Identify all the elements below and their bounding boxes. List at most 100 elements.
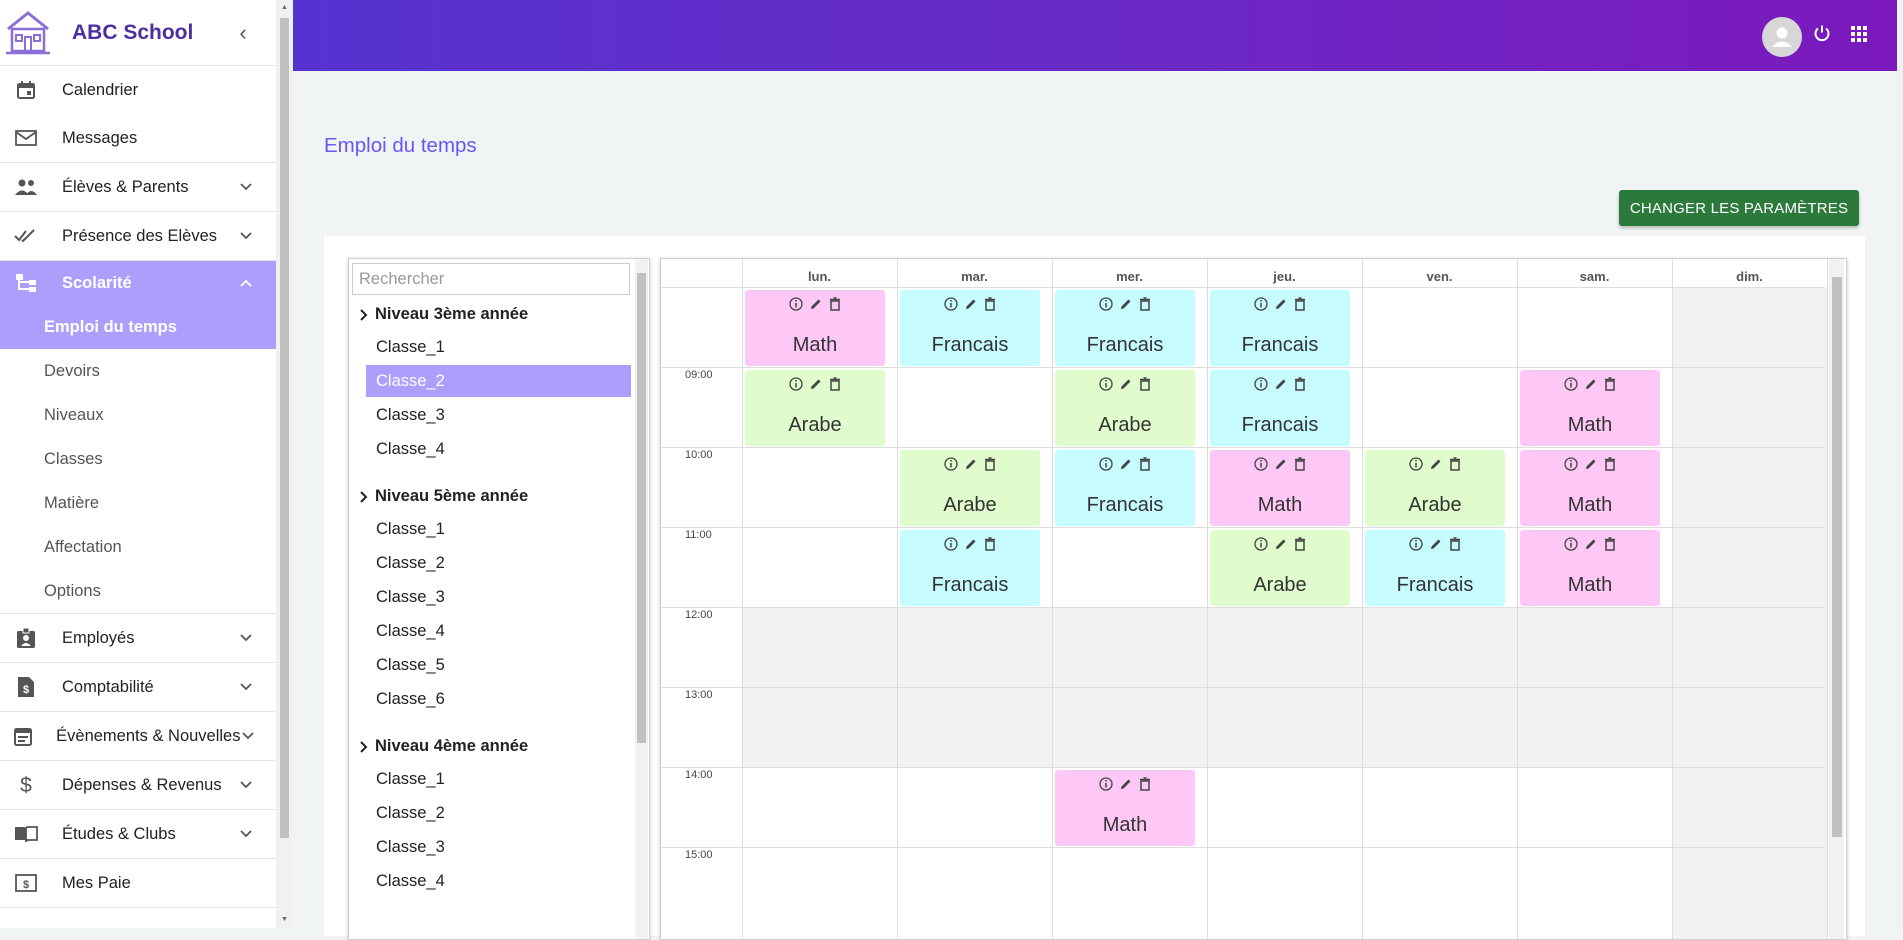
info-icon[interactable] [1099,297,1113,311]
edit-icon[interactable] [964,537,978,551]
sidebar-item-employes[interactable]: Employés [0,614,276,663]
delete-icon[interactable] [1139,297,1151,311]
timetable-event[interactable]: Math [1520,370,1660,446]
sidebar-item-mes-paie[interactable]: $ Mes Paie [0,859,276,908]
info-icon[interactable] [1254,537,1268,551]
window-scrollbar[interactable] [1897,0,1903,928]
delete-icon[interactable] [1139,377,1151,391]
sidebar-item-comptabilite[interactable]: $ Comptabilité [0,663,276,712]
timetable-event[interactable]: Math [1520,530,1660,606]
timetable-event[interactable]: Arabe [1055,370,1195,446]
info-icon[interactable] [944,457,958,471]
delete-icon[interactable] [1139,777,1151,791]
tree-group-header[interactable]: Niveau 3ème année [359,305,528,324]
sidebar-item-etudes-clubs[interactable]: Études & Clubs [0,810,276,859]
calendar-scroll-thumb[interactable] [1832,277,1842,837]
sidebar-scroll-thumb[interactable] [280,18,289,838]
change-settings-button[interactable]: CHANGER LES PARAMÈTRES [1619,190,1859,226]
tree-class-item[interactable]: Classe_2 [366,797,631,829]
tree-class-item[interactable]: Classe_1 [366,331,631,363]
edit-icon[interactable] [1119,377,1133,391]
delete-icon[interactable] [1604,457,1616,471]
edit-icon[interactable] [809,297,823,311]
submenu-item-devoirs[interactable]: Devoirs [0,349,276,393]
edit-icon[interactable] [1119,777,1133,791]
tree-class-item[interactable]: Classe_1 [366,513,631,545]
info-icon[interactable] [789,297,803,311]
user-avatar[interactable] [1762,17,1802,57]
sidebar-item-depenses-revenus[interactable]: $ Dépenses & Revenus [0,761,276,810]
delete-icon[interactable] [1449,537,1461,551]
power-icon[interactable] [1813,24,1831,42]
edit-icon[interactable] [1274,537,1288,551]
tree-class-item[interactable]: Classe_4 [366,433,631,465]
info-icon[interactable] [1099,777,1113,791]
timetable-event[interactable]: Francais [900,290,1040,366]
tree-scrollbar[interactable] [635,259,648,939]
delete-icon[interactable] [829,297,841,311]
sidebar-item-eleves-parents[interactable]: Élèves & Parents [0,163,276,212]
delete-icon[interactable] [1449,457,1461,471]
info-icon[interactable] [944,297,958,311]
timetable-event[interactable]: Arabe [900,450,1040,526]
info-icon[interactable] [1099,377,1113,391]
sidebar-scrollbar[interactable]: ▲ ▼ [276,0,293,928]
tree-class-item[interactable]: Classe_1 [366,763,631,795]
timetable-event[interactable]: Francais [1210,370,1350,446]
edit-icon[interactable] [1584,377,1598,391]
timetable-event[interactable]: Math [1520,450,1660,526]
tree-group-header[interactable]: Niveau 4ème année [359,737,528,756]
submenu-item-emploi-du-temps[interactable]: Emploi du temps [0,305,276,349]
info-icon[interactable] [1099,457,1113,471]
tree-class-item[interactable]: Classe_2 [366,547,631,579]
tree-class-item[interactable]: Classe_5 [366,649,631,681]
sidebar-item-calendrier[interactable]: Calendrier [0,66,276,114]
apps-grid-icon[interactable] [1851,26,1867,42]
delete-icon[interactable] [1604,377,1616,391]
scroll-down-icon[interactable]: ▼ [281,916,288,923]
info-icon[interactable] [1564,457,1578,471]
info-icon[interactable] [1254,297,1268,311]
timetable-event[interactable]: Arabe [1210,530,1350,606]
search-input[interactable] [352,263,630,295]
delete-icon[interactable] [1294,537,1306,551]
delete-icon[interactable] [984,297,996,311]
edit-icon[interactable] [1584,537,1598,551]
edit-icon[interactable] [1429,457,1443,471]
timetable-event[interactable]: Francais [1365,530,1505,606]
submenu-item-options[interactable]: Options [0,569,276,613]
delete-icon[interactable] [829,377,841,391]
delete-icon[interactable] [1294,377,1306,391]
sidebar-item-evenements-nouvelles[interactable]: Évènements & Nouvelles [0,712,276,761]
timetable-event[interactable]: Math [1210,450,1350,526]
info-icon[interactable] [1254,377,1268,391]
info-icon[interactable] [944,537,958,551]
edit-icon[interactable] [1584,457,1598,471]
timetable-event[interactable]: Francais [1055,450,1195,526]
info-icon[interactable] [1564,377,1578,391]
sidebar-item-presence-des-eleves[interactable]: Présence des Elèves [0,212,276,261]
scroll-up-icon[interactable]: ▲ [281,4,288,11]
sidebar-item-messages[interactable]: Messages [0,114,276,163]
info-icon[interactable] [1564,537,1578,551]
edit-icon[interactable] [964,297,978,311]
tree-class-item[interactable]: Classe_3 [366,581,631,613]
info-icon[interactable] [1409,537,1423,551]
delete-icon[interactable] [984,537,996,551]
timetable-event[interactable]: Francais [1055,290,1195,366]
tree-group-header[interactable]: Niveau 5ème année [359,487,528,506]
edit-icon[interactable] [1429,537,1443,551]
delete-icon[interactable] [984,457,996,471]
delete-icon[interactable] [1139,457,1151,471]
submenu-item-classes[interactable]: Classes [0,437,276,481]
edit-icon[interactable] [964,457,978,471]
edit-icon[interactable] [809,377,823,391]
delete-icon[interactable] [1604,537,1616,551]
submenu-item-affectation[interactable]: Affectation [0,525,276,569]
timetable-event[interactable]: Francais [1210,290,1350,366]
info-icon[interactable] [789,377,803,391]
submenu-item-niveaux[interactable]: Niveaux [0,393,276,437]
edit-icon[interactable] [1274,457,1288,471]
calendar-scrollbar[interactable] [1829,259,1844,939]
tree-class-item[interactable]: Classe_2 [366,365,631,397]
